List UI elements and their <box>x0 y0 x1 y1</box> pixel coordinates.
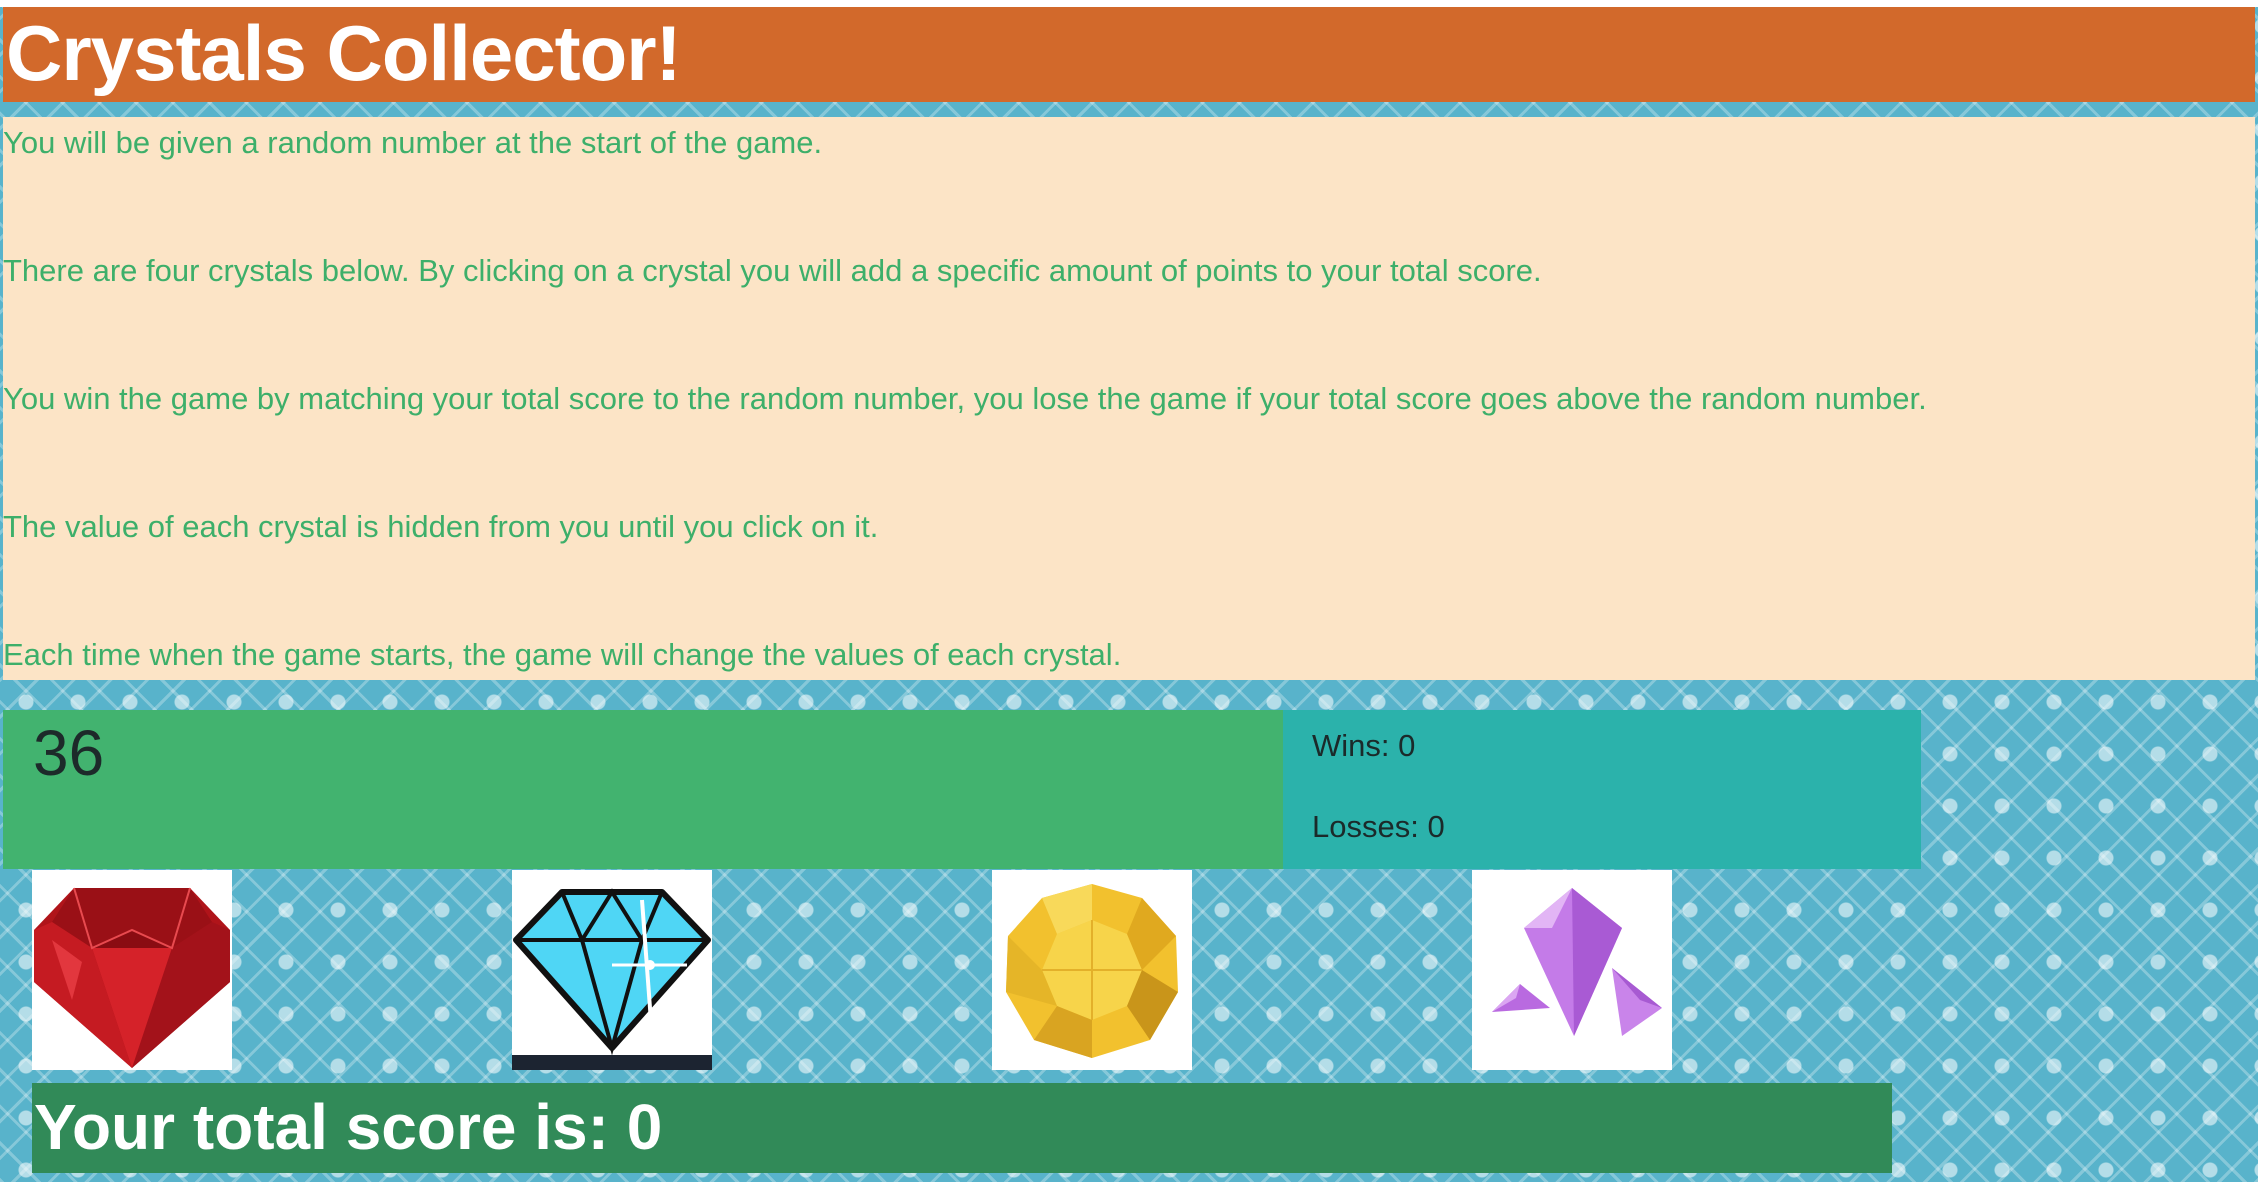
page-header: Crystals Collector! <box>3 7 2255 102</box>
target-number-panel: 36 <box>3 710 1283 869</box>
instructions-panel: You will be given a random number at the… <box>3 117 2255 680</box>
losses-counter: Losses: 0 <box>1312 809 1445 844</box>
stats-panel: Wins: 0 Losses: 0 <box>1283 710 1921 869</box>
crystal-red-button[interactable] <box>32 870 232 1070</box>
target-number: 36 <box>33 717 105 789</box>
crystal-blue-button[interactable] <box>512 870 712 1070</box>
crystal-yellow-button[interactable] <box>992 870 1192 1070</box>
top-strip <box>0 0 2258 7</box>
wins-counter: Wins: 0 <box>1312 728 1416 763</box>
instruction-line: There are four crystals below. By clicki… <box>3 253 1542 288</box>
total-score-text: Your total score is: 0 <box>34 1091 663 1163</box>
instruction-line: You win the game by matching your total … <box>3 381 1927 416</box>
red-gem-icon <box>34 887 230 1068</box>
crystal-purple-button[interactable] <box>1472 870 1672 1070</box>
instruction-line: You will be given a random number at the… <box>3 125 823 160</box>
total-score-bar: Your total score is: 0 <box>32 1083 1892 1173</box>
instruction-line: Each time when the game starts, the game… <box>3 637 1122 672</box>
blue-diamond-icon <box>512 888 712 1070</box>
instruction-line: The value of each crystal is hidden from… <box>3 509 879 544</box>
page-title: Crystals Collector! <box>6 9 682 97</box>
purple-crystal-icon <box>1492 888 1662 1036</box>
yellow-gem-icon <box>1006 884 1178 1058</box>
